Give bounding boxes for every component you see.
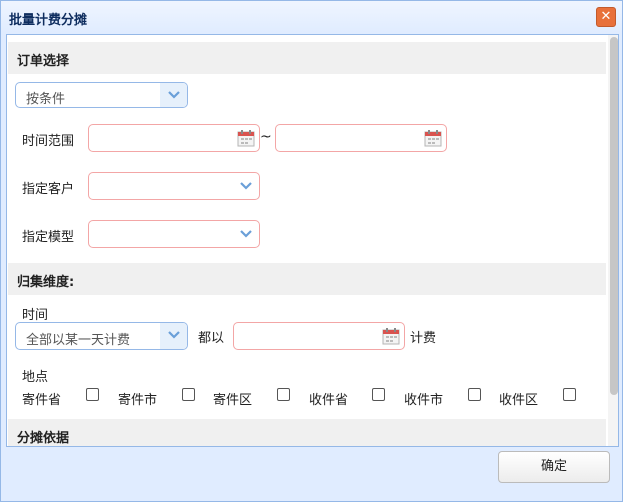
chevron-down-icon[interactable]: [160, 83, 187, 107]
dialog-footer: 确定: [1, 447, 622, 501]
batch-billing-dialog: 批量计费分摊 ✕ 订单选择 按条件 时间范围 ~ 指定客户 指定模型 归集维度:…: [0, 0, 623, 502]
time-label: 时间: [22, 308, 49, 323]
calendar-icon[interactable]: [237, 129, 255, 151]
close-button[interactable]: ✕: [596, 7, 616, 27]
billing-suffix-label: 计费: [410, 331, 437, 346]
checkbox-receiver-city[interactable]: [468, 388, 481, 401]
checkbox-label: 收件省: [309, 393, 349, 408]
customer-select[interactable]: [88, 172, 260, 200]
order-section-title: 订单选择: [17, 54, 70, 69]
start-date-input[interactable]: [88, 124, 260, 152]
all-by-label: 都以: [198, 331, 225, 346]
checkbox-sender-province[interactable]: [86, 388, 99, 401]
group-section-header: 归集维度:: [8, 263, 606, 295]
end-date-input[interactable]: [275, 124, 447, 152]
range-separator: ~: [260, 129, 272, 145]
group-section-title: 归集维度:: [17, 275, 75, 290]
close-icon: ✕: [600, 9, 612, 24]
chevron-down-icon[interactable]: [160, 323, 187, 349]
order-section-header: 订单选择: [8, 42, 606, 74]
time-range-label: 时间范围: [22, 134, 75, 149]
checkbox-receiver-district[interactable]: [563, 388, 576, 401]
dialog-body: 订单选择 按条件 时间范围 ~ 指定客户 指定模型 归集维度: 时间 全部以某一…: [6, 34, 619, 447]
checkbox-label: 寄件省: [22, 393, 62, 408]
checkbox-label: 寄件市: [118, 393, 158, 408]
time-mode-value: 全部以某一天计费: [26, 333, 131, 348]
order-mode-select[interactable]: 按条件: [15, 82, 188, 108]
model-select[interactable]: [88, 220, 260, 248]
order-mode-value: 按条件: [26, 92, 66, 107]
checkbox-label: 寄件区: [213, 393, 253, 408]
basis-section-header: 分摊依据: [8, 419, 606, 446]
dialog-titlebar: 批量计费分摊 ✕: [1, 1, 622, 33]
checkbox-label: 收件区: [499, 393, 539, 408]
location-label: 地点: [22, 370, 49, 385]
confirm-button[interactable]: 确定: [498, 451, 610, 483]
checkbox-sender-district[interactable]: [277, 388, 290, 401]
basis-section-title: 分摊依据: [17, 431, 70, 446]
model-label: 指定模型: [22, 230, 75, 245]
vertical-scrollbar[interactable]: [608, 35, 618, 446]
scrollbar-thumb[interactable]: [610, 37, 618, 395]
checkbox-label: 收件市: [404, 393, 444, 408]
customer-label: 指定客户: [22, 182, 75, 197]
checkbox-receiver-province[interactable]: [372, 388, 385, 401]
dialog-title: 批量计费分摊: [9, 13, 88, 28]
chevron-down-icon[interactable]: [233, 221, 259, 247]
calendar-icon[interactable]: [424, 129, 442, 151]
chevron-down-icon[interactable]: [233, 173, 259, 199]
billing-date-input[interactable]: [233, 322, 405, 350]
time-mode-select[interactable]: 全部以某一天计费: [15, 322, 188, 350]
calendar-icon[interactable]: [382, 327, 400, 349]
checkbox-sender-city[interactable]: [182, 388, 195, 401]
